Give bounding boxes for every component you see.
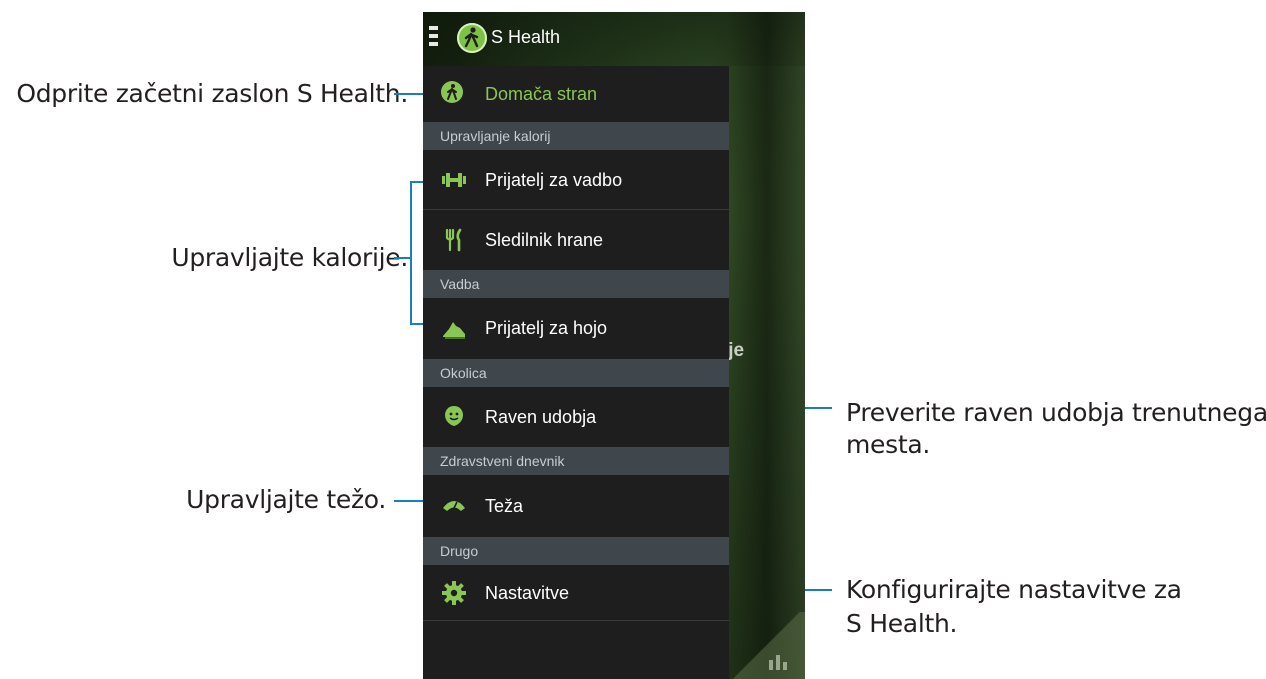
drawer-item-weight[interactable]: Teža: [423, 475, 729, 537]
section-label: Upravljanje kalorij: [440, 128, 551, 144]
scale-icon: [443, 501, 465, 511]
drawer-item-food-tracker[interactable]: Sledilnik hrane: [423, 210, 729, 270]
drawer-item-label: Raven udobja: [485, 407, 597, 427]
section-header-environment: Okolica: [423, 359, 729, 387]
annotation-weight: Upravljajte težo.: [186, 485, 386, 514]
section-header-calories: Upravljanje kalorij: [423, 122, 729, 150]
bar-chart-icon[interactable]: [767, 652, 789, 670]
drawer-item-label: Prijatelj za hojo: [485, 318, 608, 338]
section-label: Okolica: [440, 365, 487, 381]
section-label: Vadba: [440, 276, 480, 292]
section-label: Zdravstveni dnevnik: [440, 453, 565, 469]
drawer-item-exercise-mate[interactable]: Prijatelj za vadbo: [423, 150, 729, 210]
section-header-health-diary: Zdravstveni dnevnik: [423, 447, 729, 475]
annotation-home: Odprite začetni zaslon S Health.: [16, 79, 408, 108]
annotation-settings-2: S Health.: [846, 609, 958, 638]
navigation-drawer: Domača stran Upravljanje kalorij Prijate…: [423, 66, 729, 679]
fork-knife-icon: [445, 228, 462, 252]
drawer-item-label: Teža: [485, 496, 524, 516]
drawer-item-label: Nastavitve: [485, 583, 570, 603]
drawer-item-settings[interactable]: Nastavitve: [423, 565, 729, 621]
annotation-settings-1: Konfigurirajte nastavitve za: [846, 575, 1182, 604]
gear-icon: [442, 581, 466, 605]
annotation-calories: Upravljajte kalorije.: [171, 243, 408, 272]
smiley-leaf-icon: [445, 406, 463, 426]
section-header-exercise: Vadba: [423, 270, 729, 298]
drawer-item-home-label: Domača stran: [485, 84, 598, 104]
phone-screen: ije S Health Domača stran Upravljanje ka: [423, 12, 805, 679]
annotation-comfort-1: Preverite raven udobja trenutnega: [846, 398, 1266, 427]
walking-person-icon[interactable]: [457, 23, 487, 53]
action-bar: S Health: [423, 12, 805, 66]
drawer-item-home[interactable]: Domača stran: [423, 66, 729, 122]
drawer-item-walking-mate[interactable]: Prijatelj za hojo: [423, 298, 729, 359]
section-header-other: Drugo: [423, 537, 729, 565]
callout-bracket-calories: [410, 181, 412, 325]
hamburger-icon[interactable]: [429, 26, 441, 50]
annotation-comfort-2: mesta.: [846, 430, 931, 459]
app-title: S Health: [491, 27, 561, 47]
drawer-item-comfort-level[interactable]: Raven udobja: [423, 387, 729, 447]
drawer-item-label: Prijatelj za vadbo: [485, 170, 623, 190]
walking-person-icon: [441, 81, 463, 103]
section-label: Drugo: [440, 543, 479, 559]
drawer-item-label: Sledilnik hrane: [485, 230, 604, 250]
shoe-icon: [443, 322, 465, 339]
dumbbell-icon: [442, 173, 466, 187]
